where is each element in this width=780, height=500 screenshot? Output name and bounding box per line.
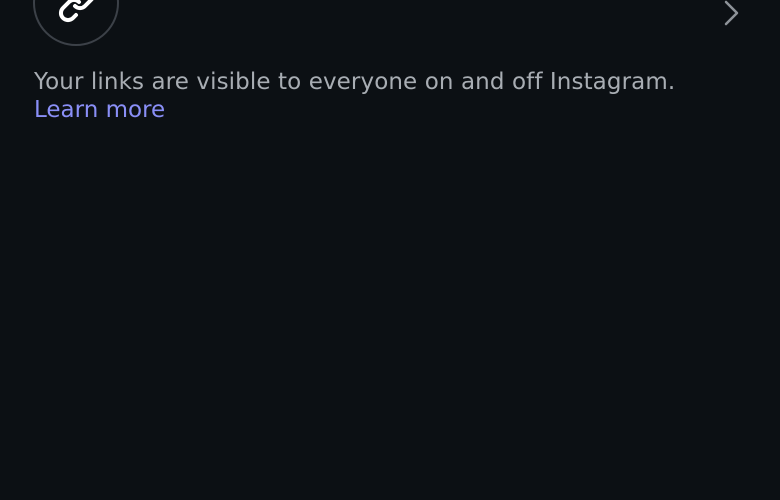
learn-more-link[interactable]: Learn more bbox=[34, 96, 165, 124]
link-icon bbox=[58, 0, 94, 23]
add-link-row[interactable] bbox=[0, 0, 780, 52]
links-visibility-notice: Your links are visible to everyone on an… bbox=[34, 69, 676, 95]
link-icon-circle bbox=[33, 0, 119, 46]
chevron-right-icon[interactable] bbox=[722, 0, 742, 28]
links-screen: Your links are visible to everyone on an… bbox=[0, 0, 780, 500]
